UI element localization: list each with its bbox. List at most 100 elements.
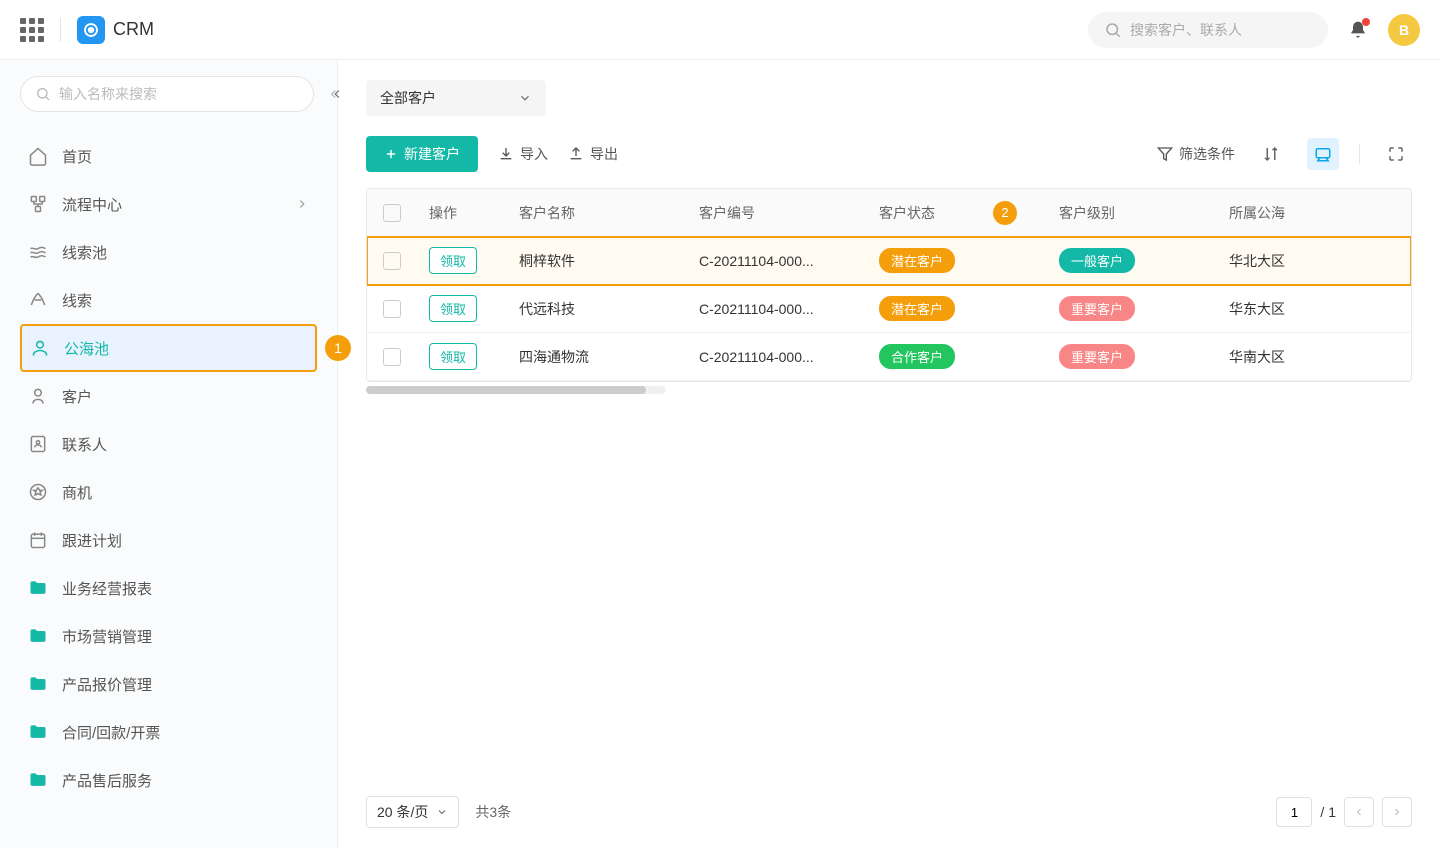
filter-conditions-button[interactable]: 筛选条件 — [1157, 144, 1235, 164]
nav-label: 线索池 — [62, 242, 309, 263]
import-button[interactable]: 导入 — [498, 144, 548, 164]
col-code: 客户编号 — [687, 203, 867, 223]
nav-label: 市场营销管理 — [62, 626, 309, 647]
lead-icon — [28, 290, 48, 310]
sidebar-item-0[interactable]: 首页 — [20, 132, 317, 180]
prev-page-button[interactable] — [1344, 797, 1374, 827]
customer-icon — [28, 386, 48, 406]
col-region: 所属公海 — [1217, 203, 1411, 223]
region: 华北大区 — [1217, 251, 1411, 271]
nav-label: 产品报价管理 — [62, 674, 309, 695]
folder-icon — [28, 578, 48, 598]
sidebar-item-13[interactable]: 产品售后服务 — [20, 756, 317, 804]
content-area: 全部客户 新建客户 导入 导出 筛选条件 — [338, 60, 1440, 848]
sidebar-item-2[interactable]: 线索池 — [20, 228, 317, 276]
folder-icon — [28, 722, 48, 742]
app-logo[interactable]: CRM — [77, 16, 154, 44]
level-tag: 重要客户 — [1059, 296, 1135, 321]
customer-code: C-20211104-000... — [687, 349, 867, 365]
notifications-button[interactable] — [1348, 20, 1368, 40]
chevron-down-icon — [436, 806, 448, 818]
sidebar-item-12[interactable]: 合同/回款/开票 — [20, 708, 317, 756]
flow-icon — [28, 194, 48, 214]
horizontal-scrollbar[interactable] — [366, 386, 666, 394]
level-tag: 重要客户 — [1059, 344, 1135, 369]
customer-code: C-20211104-000... — [687, 301, 867, 317]
nav-label: 首页 — [62, 146, 309, 167]
app-name: CRM — [113, 19, 154, 40]
customer-name: 代远科技 — [507, 299, 687, 319]
chevron-left-icon — [1353, 806, 1365, 818]
row-checkbox[interactable] — [383, 300, 401, 318]
status-tag: 合作客户 — [879, 344, 955, 369]
toolbar: 新建客户 导入 导出 筛选条件 — [366, 136, 1412, 172]
table-row[interactable]: 领取 代远科技 C-20211104-000... 潜在客户 重要客户 华东大区 — [367, 285, 1411, 333]
new-customer-button[interactable]: 新建客户 — [366, 136, 478, 172]
home-icon — [28, 146, 48, 166]
claim-button[interactable]: 领取 — [429, 343, 477, 370]
row-checkbox[interactable] — [383, 252, 401, 270]
sort-icon — [1262, 145, 1280, 163]
divider — [1359, 144, 1360, 164]
nav-label: 产品售后服务 — [62, 770, 309, 791]
sidebar-search-input[interactable] — [59, 86, 299, 102]
claim-button[interactable]: 领取 — [429, 247, 477, 274]
nav-label: 合同/回款/开票 — [62, 722, 309, 743]
region: 华东大区 — [1217, 299, 1411, 319]
plan-icon — [28, 530, 48, 550]
status-header-badge: 2 — [993, 201, 1017, 225]
table-row[interactable]: 领取 四海通物流 C-20211104-000... 合作客户 重要客户 华南大… — [367, 333, 1411, 381]
select-all-checkbox[interactable] — [383, 204, 401, 222]
search-icon — [1104, 21, 1122, 39]
folder-icon — [28, 626, 48, 646]
customer-table: 操作 客户名称 客户编号 客户状态 2 客户级别 所属公海 领取 桐梓软件 C-… — [366, 188, 1412, 382]
sidebar-item-9[interactable]: 业务经营报表 — [20, 564, 317, 612]
fullscreen-button[interactable] — [1380, 138, 1412, 170]
claim-button[interactable]: 领取 — [429, 295, 477, 322]
chevron-right-icon — [1391, 806, 1403, 818]
sidebar-search[interactable] — [20, 76, 314, 112]
page-input[interactable] — [1276, 797, 1312, 827]
sidebar-item-3[interactable]: 线索 — [20, 276, 317, 324]
user-avatar[interactable]: B — [1388, 14, 1420, 46]
sidebar-item-10[interactable]: 市场营销管理 — [20, 612, 317, 660]
contact-icon — [28, 434, 48, 454]
sidebar-item-11[interactable]: 产品报价管理 — [20, 660, 317, 708]
sidebar-item-4[interactable]: 公海池 1 — [20, 324, 317, 372]
page-size-select[interactable]: 20 条/页 — [366, 796, 459, 828]
global-search[interactable] — [1088, 12, 1328, 48]
customer-name: 四海通物流 — [507, 347, 687, 367]
export-button[interactable]: 导出 — [568, 144, 618, 164]
view-card-button[interactable] — [1307, 138, 1339, 170]
nav-label: 线索 — [62, 290, 309, 311]
nav-label: 联系人 — [62, 434, 309, 455]
status-tag: 潜在客户 — [879, 248, 955, 273]
col-action: 操作 — [417, 203, 507, 223]
region: 华南大区 — [1217, 347, 1411, 367]
sidebar-item-5[interactable]: 客户 — [20, 372, 317, 420]
sort-button[interactable] — [1255, 138, 1287, 170]
message-icon — [1314, 145, 1332, 163]
sidebar-item-7[interactable]: 商机 — [20, 468, 317, 516]
col-level: 客户级别 — [1047, 203, 1217, 223]
pagination: / 1 — [1276, 797, 1412, 827]
apps-grid-icon[interactable] — [20, 18, 44, 42]
global-search-input[interactable] — [1130, 22, 1312, 38]
nav-label: 公海池 — [64, 338, 307, 359]
table-footer: 20 条/页 共3条 / 1 — [366, 784, 1412, 828]
sidebar-item-1[interactable]: 流程中心 — [20, 180, 317, 228]
customer-name: 桐梓软件 — [507, 251, 687, 271]
chevron-right-icon — [295, 197, 309, 211]
filter-icon — [1157, 146, 1173, 162]
nav-label: 商机 — [62, 482, 309, 503]
public-icon — [30, 338, 50, 358]
customer-code: C-20211104-000... — [687, 253, 867, 269]
sidebar-item-6[interactable]: 联系人 — [20, 420, 317, 468]
row-checkbox[interactable] — [383, 348, 401, 366]
table-header: 操作 客户名称 客户编号 客户状态 2 客户级别 所属公海 — [367, 189, 1411, 237]
table-row[interactable]: 领取 桐梓软件 C-20211104-000... 潜在客户 一般客户 华北大区 — [367, 237, 1411, 285]
next-page-button[interactable] — [1382, 797, 1412, 827]
sidebar-item-8[interactable]: 跟进计划 — [20, 516, 317, 564]
nav-label: 流程中心 — [62, 194, 281, 215]
customer-filter-select[interactable]: 全部客户 — [366, 80, 546, 116]
